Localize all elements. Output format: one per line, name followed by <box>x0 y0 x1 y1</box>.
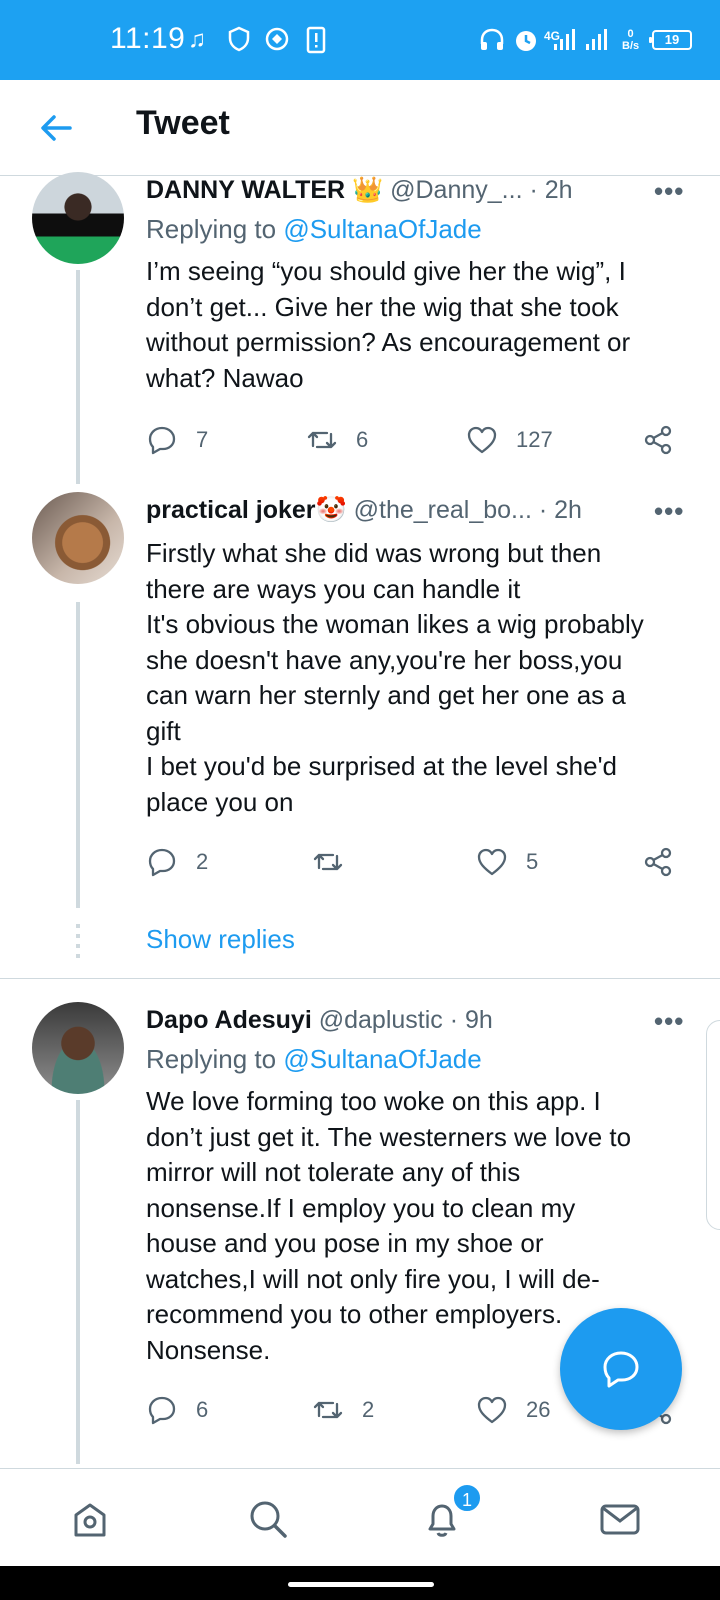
clown-emoji: 🤡 <box>315 496 347 524</box>
author-handle: @Danny_... <box>390 176 523 204</box>
retweet-button[interactable] <box>312 844 362 880</box>
status-bar: 11:19 ♫ 4G 0 B/s 19 <box>0 0 720 80</box>
tweet-text: Firstly what she did was wrong but then … <box>146 538 644 817</box>
tweet-time: · 2h <box>538 496 582 524</box>
tweet-actions: 7 6 127 <box>146 422 696 458</box>
phone-alert-icon <box>306 26 326 61</box>
like-count: 26 <box>526 1397 551 1422</box>
mail-icon[interactable] <box>598 1497 642 1541</box>
thread-dots <box>76 924 80 964</box>
status-time: 11:19 <box>110 22 186 55</box>
reply-icon <box>148 426 176 455</box>
author-name[interactable]: Dapo Adesuyi <box>146 1006 312 1034</box>
search-icon[interactable] <box>246 1497 290 1541</box>
share-icon <box>644 847 672 877</box>
signal-icon-2 <box>584 26 614 59</box>
replying-to: Replying to @SultanaOfJade <box>146 214 482 244</box>
more-options-icon[interactable]: ••• <box>654 496 684 527</box>
more-options-icon[interactable]: ••• <box>654 1006 684 1037</box>
heart-icon <box>477 1396 507 1424</box>
music-icon: ♫ <box>188 26 206 53</box>
like-button[interactable]: 26 <box>476 1392 550 1428</box>
bottom-navigation: 1 <box>0 1468 720 1566</box>
avatar[interactable] <box>32 172 124 264</box>
page-title: Tweet <box>136 104 230 142</box>
home-indicator[interactable] <box>288 1582 434 1587</box>
top-app-bar: Tweet <box>0 80 720 176</box>
share-icon <box>644 425 672 455</box>
author-handle: @the_real_bo... <box>353 496 532 524</box>
reply-count: 2 <box>196 849 209 874</box>
heart-icon <box>467 426 497 454</box>
thread-line <box>76 602 80 908</box>
reply-icon <box>148 848 176 877</box>
crown-emoji: 👑 <box>352 176 384 204</box>
vpn-icon <box>264 26 290 59</box>
more-options-icon[interactable]: ••• <box>654 176 684 207</box>
notification-badge: 1 <box>452 1483 482 1513</box>
home-icon[interactable] <box>68 1497 112 1541</box>
gesture-bar <box>0 1566 720 1600</box>
retweet-button[interactable]: 6 <box>306 422 368 458</box>
retweet-icon <box>307 431 337 449</box>
headphones-icon <box>478 26 506 61</box>
reply-bubble-icon <box>603 1351 639 1388</box>
shield-icon <box>228 26 250 59</box>
side-panel-tab[interactable] <box>706 1020 720 1230</box>
like-count: 127 <box>516 427 553 452</box>
mention-link[interactable]: @SultanaOfJade <box>283 1044 481 1074</box>
tweet-time: · 9h <box>449 1006 493 1034</box>
avatar[interactable] <box>32 492 124 584</box>
like-button[interactable]: 127 <box>466 422 553 458</box>
divider <box>0 978 720 979</box>
mention-link[interactable]: @SultanaOfJade <box>283 214 481 244</box>
tweet-actions: 2 5 <box>146 844 696 880</box>
reply-count: 6 <box>196 1397 209 1422</box>
tweet-author-row: DANNY WALTER 👑 @Danny_... · 2h <box>146 176 573 205</box>
net-speed: 0 B/s <box>622 28 640 52</box>
retweet-icon <box>313 853 343 871</box>
retweet-button[interactable]: 2 <box>312 1392 374 1428</box>
avatar[interactable] <box>32 1002 124 1094</box>
compose-reply-button[interactable] <box>560 1308 682 1430</box>
retweet-icon <box>313 1401 343 1419</box>
retweet-count: 2 <box>362 1397 375 1422</box>
thread-line <box>76 1100 80 1464</box>
reply-button[interactable]: 6 <box>146 1392 208 1428</box>
tweet-text: I’m seeing “you should give her the wig”… <box>146 256 631 393</box>
reply-icon <box>148 1396 176 1425</box>
share-button[interactable] <box>642 844 674 880</box>
tweet-author-row: Dapo Adesuyi @daplustic · 9h <box>146 1006 493 1035</box>
heart-icon <box>477 848 507 876</box>
battery-indicator: 19 <box>649 30 692 50</box>
like-button[interactable]: 5 <box>476 844 538 880</box>
author-name[interactable]: practical joker <box>146 496 316 524</box>
author-name[interactable]: DANNY WALTER <box>146 176 345 204</box>
share-button[interactable] <box>642 422 674 458</box>
back-arrow-icon[interactable] <box>36 108 76 148</box>
alarm-icon <box>512 26 540 61</box>
signal-icon <box>548 26 584 59</box>
reply-button[interactable]: 7 <box>146 422 208 458</box>
like-count: 5 <box>526 849 539 874</box>
replying-to: Replying to @SultanaOfJade <box>146 1044 482 1074</box>
reply-button[interactable]: 2 <box>146 844 208 880</box>
reply-count: 7 <box>196 427 209 452</box>
retweet-count: 6 <box>356 427 369 452</box>
author-handle: @daplustic <box>318 1006 443 1034</box>
tweet-time: · 2h <box>529 176 573 204</box>
show-replies-link[interactable]: Show replies <box>146 924 295 955</box>
thread-line <box>76 270 80 484</box>
tweet-author-row: practical joker🤡 @the_real_bo... · 2h <box>146 496 582 525</box>
